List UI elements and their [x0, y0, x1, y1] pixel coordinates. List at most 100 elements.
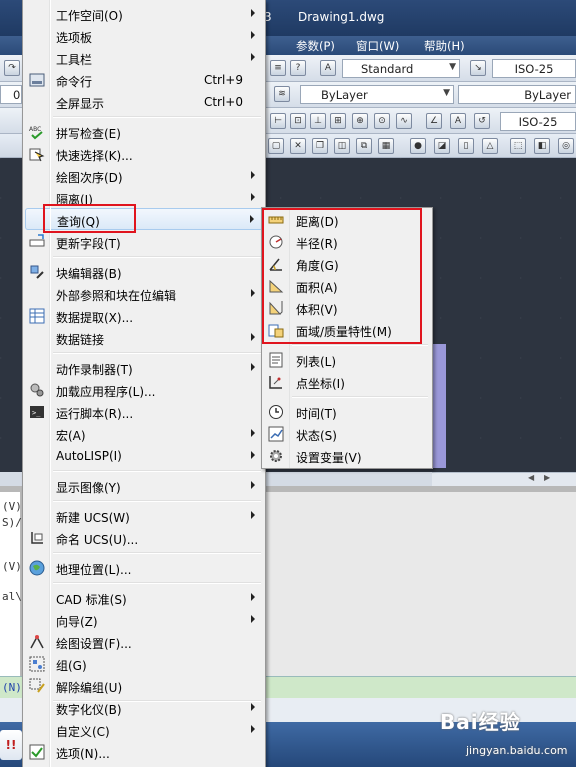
command-history-right	[266, 492, 576, 676]
menu-item-block-editor[interactable]: 块编辑器(B)	[25, 261, 263, 283]
torus-icon[interactable]: ◎	[558, 138, 574, 154]
cylinder-icon[interactable]: ▯	[458, 138, 474, 154]
revolve-icon[interactable]: ◧	[534, 138, 550, 154]
erase-icon[interactable]: ✕	[290, 138, 306, 154]
menu-item-toolbars[interactable]: 工具栏	[25, 47, 263, 69]
svg-text:>_: >_	[32, 409, 41, 417]
menu-item-load-application[interactable]: 加载应用程序(L)...	[25, 379, 263, 401]
menu-item-ungroup[interactable]: 解除编组(U)	[25, 675, 263, 697]
menu-item-customize[interactable]: 自定义(C)	[25, 719, 263, 741]
horizontal-scrollbar[interactable]: ◀ ▶	[432, 472, 576, 486]
wedge-icon[interactable]: ◪	[434, 138, 450, 154]
scroll-right-icon[interactable]: ▶	[544, 473, 550, 482]
dim-tolerance-icon[interactable]: ⊙	[374, 113, 390, 129]
menu-separator	[53, 256, 261, 258]
dim-baseline-icon[interactable]: ⊞	[330, 113, 346, 129]
color-combo[interactable]: ByLayer ▼	[300, 85, 454, 104]
redo-icon[interactable]: ↷	[4, 60, 20, 76]
menu-item-label: 命名 UCS(U)...	[56, 533, 139, 547]
submenu-item-status[interactable]: 状态(S)	[264, 423, 430, 445]
menu-item-display-image[interactable]: 显示图像(Y)	[25, 475, 263, 497]
cone-icon[interactable]: △	[482, 138, 498, 154]
menu-item-draw-order[interactable]: 绘图次序(D)	[25, 165, 263, 187]
menu-item-autolisp[interactable]: AutoLISP(I)	[25, 445, 263, 467]
taskbar-app-button[interactable]: !!	[0, 730, 22, 760]
menu-item-tablet[interactable]: 数字化仪(B)	[25, 697, 263, 719]
dim-update-icon[interactable]: ↺	[474, 113, 490, 129]
chevron-down-icon: ▼	[449, 62, 456, 72]
menu-item-label: 外部参照和块在位编辑	[56, 289, 177, 303]
dim-aligned-icon[interactable]: ⊡	[290, 113, 306, 129]
extrude-icon[interactable]: ⬚	[510, 138, 526, 154]
linetype-combo[interactable]: ByLayer	[458, 85, 576, 104]
svg-text:ABC: ABC	[29, 126, 41, 133]
menu-item-label: 向导(Z)	[56, 615, 98, 629]
dim-linear-icon[interactable]: ⊢	[270, 113, 286, 129]
menu-help[interactable]: 帮助(H)	[424, 38, 465, 54]
scroll-left-icon[interactable]: ◀	[528, 473, 534, 482]
submenu-item-list[interactable]: 列表(L)	[264, 349, 430, 371]
dim-style-combo-2[interactable]: ISO-25	[500, 112, 576, 131]
sphere-icon[interactable]: ●	[410, 138, 426, 154]
menu-item-workspaces[interactable]: 工作空间(O)	[25, 3, 263, 25]
menu-item-clean-screen[interactable]: 全屏显示 Ctrl+0	[25, 91, 263, 113]
array-icon[interactable]: ▦	[378, 138, 394, 154]
submenu-arrow-icon	[250, 215, 254, 223]
menu-item-data-links[interactable]: 数据链接	[25, 327, 263, 349]
menu-item-quick-select[interactable]: 快速选择(K)...	[25, 143, 263, 165]
text-style-combo[interactable]: Standard ▼	[342, 59, 460, 78]
text-style-value: Standard	[361, 62, 414, 76]
submenu-arrow-icon	[251, 725, 255, 733]
menu-window[interactable]: 窗口(W)	[356, 38, 399, 54]
menu-item-command-line[interactable]: 命令行 Ctrl+9	[25, 69, 263, 91]
menu-item-spelling[interactable]: ABC 拼写检查(E)	[25, 121, 263, 143]
menu-item-cad-standards[interactable]: CAD 标准(S)	[25, 587, 263, 609]
submenu-item-id-point[interactable]: 点坐标(I)	[264, 371, 430, 393]
submenu-item-time[interactable]: 时间(T)	[264, 401, 430, 423]
submenu-arrow-icon	[251, 615, 255, 623]
menu-item-geographic-location[interactable]: 地理位置(L)...	[25, 557, 263, 579]
box-icon[interactable]: ▢	[268, 138, 284, 154]
menu-item-new-ucs[interactable]: 新建 UCS(W)	[25, 505, 263, 527]
dim-edit-icon[interactable]: ∠	[426, 113, 442, 129]
dim-ordinate-icon[interactable]: ⊥	[310, 113, 326, 129]
offset-icon[interactable]: ⧉	[356, 138, 372, 154]
submenu-item-set-variable[interactable]: 设置变量(V)	[264, 445, 430, 467]
menu-item-label: 全屏显示	[56, 97, 105, 111]
menu-item-action-recorder[interactable]: 动作录制器(T)	[25, 357, 263, 379]
help-icon[interactable]: ?	[290, 60, 306, 76]
menu-separator	[53, 352, 261, 354]
menu-item-drafting-settings[interactable]: 绘图设置(F)...	[25, 631, 263, 653]
menu-item-xref-edit[interactable]: 外部参照和块在位编辑	[25, 283, 263, 305]
dim-style-combo[interactable]: ISO-25	[492, 59, 576, 78]
dim-jogged-icon[interactable]: ∿	[396, 113, 412, 129]
dim-text-edit-icon[interactable]: A	[450, 113, 466, 129]
layer-icon[interactable]: ≋	[274, 86, 290, 102]
menu-item-label: 工具栏	[56, 53, 93, 67]
menu-item-named-ucs[interactable]: 命名 UCS(U)...	[25, 527, 263, 549]
menu-item-wizards[interactable]: 向导(Z)	[25, 609, 263, 631]
menu-item-label: CAD 标准(S)	[56, 593, 127, 607]
menu-item-label: 显示图像(Y)	[56, 481, 121, 495]
run-script-icon: >_	[30, 406, 44, 418]
layer-state-combo[interactable]: 0	[0, 85, 22, 104]
dim-style-icon[interactable]: ↘	[470, 60, 486, 76]
mirror-icon[interactable]: ◫	[334, 138, 350, 154]
menu-item-group[interactable]: 组(G)	[25, 653, 263, 675]
menu-parameters[interactable]: 参数(P)	[296, 38, 335, 54]
menu-item-update-fields[interactable]: 更新字段(T)	[25, 231, 263, 253]
menu-item-data-extraction[interactable]: 数据提取(X)...	[25, 305, 263, 327]
menu-item-run-script[interactable]: >_ 运行脚本(R)...	[25, 401, 263, 423]
menu-item-label: 新建 UCS(W)	[56, 511, 130, 525]
menu-item-palettes[interactable]: 选项板	[25, 25, 263, 47]
dim-center-icon[interactable]: ⊕	[352, 113, 368, 129]
menu-item-macro[interactable]: 宏(A)	[25, 423, 263, 445]
copy-icon[interactable]: ❐	[312, 138, 328, 154]
menu-item-options[interactable]: 选项(N)...	[25, 741, 263, 763]
set-variable-icon	[270, 450, 282, 462]
menu-item-shortcut: Ctrl+0	[203, 95, 243, 109]
dim-style-value: ISO-25	[514, 62, 554, 76]
text-style-icon[interactable]: A	[320, 60, 336, 76]
toolbar-icon-1[interactable]: ≡	[270, 60, 286, 76]
status-icon	[268, 426, 284, 442]
